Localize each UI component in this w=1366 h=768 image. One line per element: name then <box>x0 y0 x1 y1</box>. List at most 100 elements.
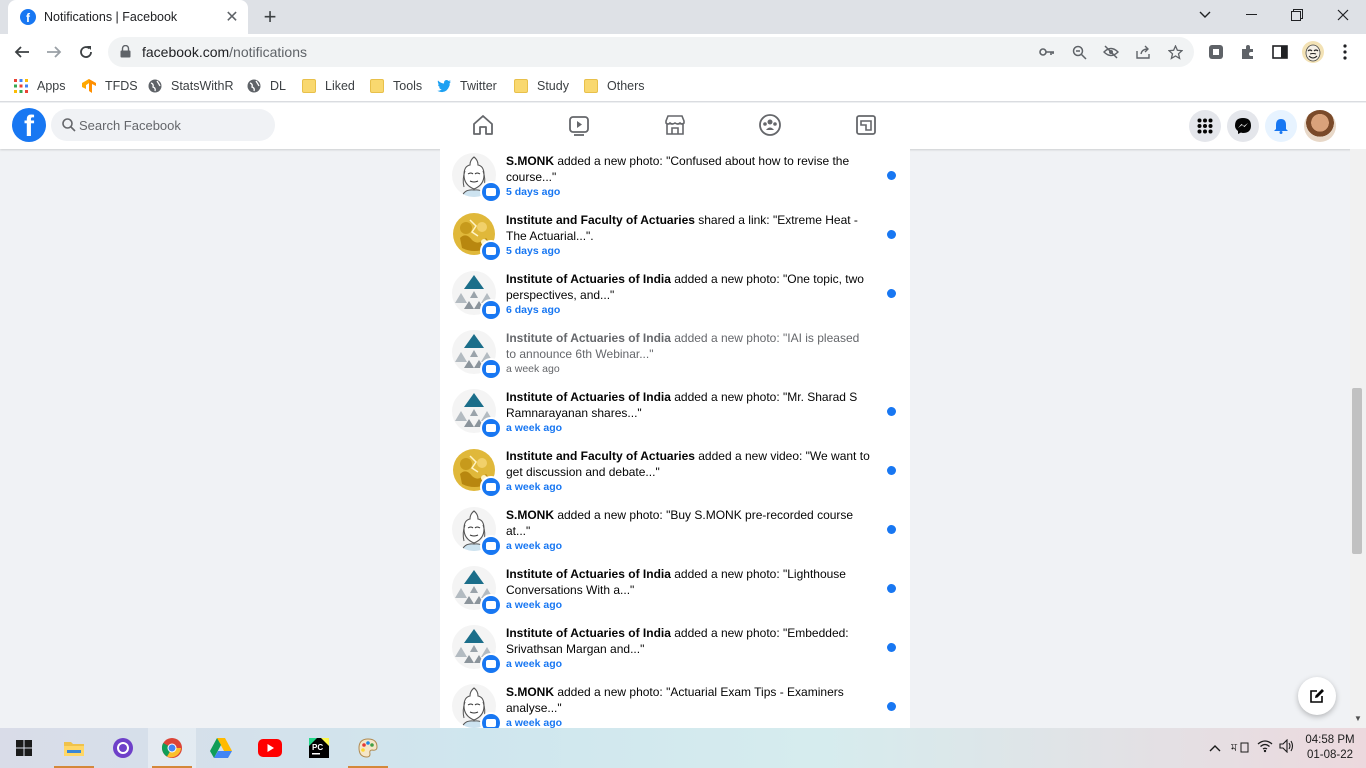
menu-grid-button[interactable] <box>1189 110 1221 142</box>
reload-icon[interactable] <box>74 40 98 64</box>
folder-icon <box>302 79 316 93</box>
taskbar-github-desktop[interactable] <box>99 728 147 768</box>
bookmark-apps[interactable]: Apps <box>14 77 66 95</box>
chrome-menu-icon[interactable] <box>1336 43 1354 61</box>
facebook-logo[interactable]: f <box>12 108 46 142</box>
bookmark-label: TFDS <box>105 79 138 93</box>
taskbar-file-explorer[interactable] <box>50 728 98 768</box>
notification-actor: S.MONK <box>506 508 554 522</box>
tab-search-icon[interactable] <box>1182 0 1228 30</box>
volume-icon[interactable] <box>1279 738 1295 756</box>
browser-tab[interactable]: f Notifications | Facebook ✕ <box>8 0 248 34</box>
taskbar-pycharm[interactable]: PC <box>295 728 343 768</box>
marketplace-icon[interactable] <box>663 113 687 137</box>
gaming-icon[interactable] <box>854 113 878 137</box>
facebook-header: f <box>0 103 1366 149</box>
tab-close-icon[interactable]: ✕ <box>224 7 240 27</box>
taskbar-youtube[interactable] <box>246 728 294 768</box>
restore-button[interactable] <box>1274 0 1320 30</box>
new-message-button[interactable] <box>1298 677 1336 715</box>
url-domain: facebook.com <box>142 44 230 60</box>
bookmark-tfds[interactable]: TFDS <box>82 77 138 95</box>
address-bar[interactable]: facebook.com/notifications <box>108 37 1194 67</box>
notification-actor: S.MONK <box>506 154 554 168</box>
bookmark-folder-liked[interactable]: Liked <box>302 77 355 95</box>
key-icon[interactable] <box>1039 44 1055 60</box>
notification-item[interactable]: Institute of Actuaries of India added a … <box>440 267 910 326</box>
minimize-button[interactable] <box>1228 0 1274 30</box>
globe-icon <box>247 79 261 93</box>
input-language-icon[interactable]: ম <box>1230 739 1249 758</box>
clock-time: 04:58 PM <box>1305 734 1355 746</box>
bookmark-label: Tools <box>393 79 423 93</box>
new-tab-button[interactable]: + <box>258 4 282 30</box>
taskbar-paint[interactable] <box>344 728 392 768</box>
notification-item[interactable]: S.MONK added a new photo: "Confused abou… <box>440 149 910 208</box>
bookmark-star-icon[interactable] <box>1167 44 1183 60</box>
post-badge-icon <box>480 476 502 498</box>
notification-action: added a new photo: "Buy S.MONK pre-recor… <box>506 508 854 538</box>
post-badge-icon <box>480 535 502 557</box>
unread-dot <box>887 171 896 180</box>
bell-icon <box>1274 119 1288 134</box>
facebook-search[interactable] <box>51 109 275 141</box>
notification-action: added a new photo: "Confused about how t… <box>506 154 850 184</box>
forward-icon[interactable] <box>42 40 66 64</box>
notification-text: Institute of Actuaries of India added a … <box>506 389 870 421</box>
tensorflow-icon <box>82 79 96 93</box>
bookmark-twitter[interactable]: Twitter <box>437 77 497 95</box>
system-clock[interactable]: 04:58 PM 01-08-22 <box>1300 733 1360 763</box>
folder-icon <box>370 79 384 93</box>
notification-actor: Institute of Actuaries of India <box>506 272 671 286</box>
notification-actor: Institute and Faculty of Actuaries <box>506 449 695 463</box>
lock-icon[interactable] <box>120 45 131 58</box>
bookmark-folder-others[interactable]: Others <box>584 77 645 95</box>
notification-text: Institute of Actuaries of India added a … <box>506 271 870 303</box>
notification-time: 6 days ago <box>506 304 561 316</box>
bookmark-folder-tools[interactable]: Tools <box>370 77 422 95</box>
taskbar-google-drive[interactable] <box>197 728 245 768</box>
wifi-icon[interactable] <box>1257 739 1273 756</box>
page-scrollbar-thumb[interactable] <box>1352 388 1362 554</box>
bookmark-statswithr[interactable]: StatsWithR <box>148 77 234 95</box>
bookmark-folder-study[interactable]: Study <box>514 77 569 95</box>
show-hidden-icons-icon[interactable] <box>1209 740 1221 755</box>
close-window-button[interactable] <box>1320 0 1366 30</box>
unread-dot <box>887 230 896 239</box>
taskbar-chrome[interactable] <box>148 728 196 768</box>
profile-avatar-icon[interactable] <box>1302 41 1324 63</box>
extensions-puzzle-icon[interactable] <box>1239 43 1257 61</box>
notification-item[interactable]: Institute of Actuaries of India added a … <box>440 562 910 621</box>
extension-square-icon[interactable] <box>1207 43 1225 61</box>
notification-item[interactable]: Institute of Actuaries of India added a … <box>440 385 910 444</box>
bookmark-dl[interactable]: DL <box>247 77 286 95</box>
home-icon[interactable] <box>471 113 495 137</box>
notification-item[interactable]: Institute of Actuaries of India added a … <box>440 326 910 385</box>
tracking-hidden-icon[interactable] <box>1103 44 1119 60</box>
share-icon[interactable] <box>1135 44 1151 60</box>
notifications-button[interactable] <box>1265 110 1297 142</box>
start-button[interactable] <box>0 728 48 768</box>
unread-dot <box>887 407 896 416</box>
notification-actor: S.MONK <box>506 685 554 699</box>
post-badge-icon <box>480 240 502 262</box>
account-avatar[interactable] <box>1304 110 1336 142</box>
side-panel-icon[interactable] <box>1271 43 1289 61</box>
groups-icon[interactable] <box>758 113 782 137</box>
messenger-button[interactable] <box>1227 110 1259 142</box>
scroll-down-arrow-icon[interactable]: ▼ <box>1352 714 1364 724</box>
notification-time: a week ago <box>506 658 563 670</box>
notification-item[interactable]: S.MONK added a new photo: "Actuarial Exa… <box>440 680 910 728</box>
notification-item[interactable]: Institute and Faculty of Actuaries share… <box>440 208 910 267</box>
zoom-icon[interactable] <box>1071 44 1087 60</box>
notification-time: a week ago <box>506 422 563 434</box>
back-icon[interactable] <box>10 40 34 64</box>
notification-item[interactable]: Institute of Actuaries of India added a … <box>440 621 910 680</box>
notification-item[interactable]: Institute and Faculty of Actuaries added… <box>440 444 910 503</box>
search-input[interactable] <box>79 109 269 141</box>
post-badge-icon <box>480 417 502 439</box>
notification-text: S.MONK added a new photo: "Confused abou… <box>506 153 870 185</box>
notification-item[interactable]: S.MONK added a new photo: "Buy S.MONK pr… <box>440 503 910 562</box>
post-badge-icon <box>480 299 502 321</box>
watch-video-icon[interactable] <box>567 113 591 137</box>
